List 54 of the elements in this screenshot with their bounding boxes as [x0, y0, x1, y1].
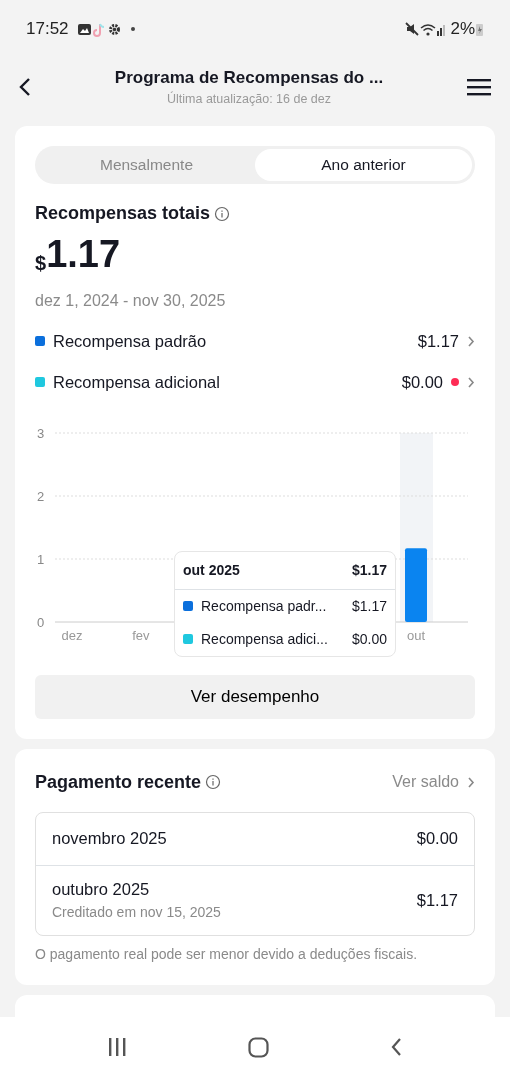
battery-level: 2%: [450, 18, 475, 41]
dot-icon: [129, 26, 136, 32]
section-title: Recompensas totais: [35, 202, 211, 225]
chevron-icon: [467, 375, 475, 389]
currency-symbol: $: [35, 253, 47, 273]
recent-apps-icon[interactable]: [108, 1037, 128, 1057]
period-tab[interactable]: Ano anterior: [255, 149, 472, 181]
tooltip-title: out 2025: [183, 560, 240, 580]
info-icon[interactable]: [214, 205, 231, 222]
axis-label: 0: [37, 614, 45, 630]
axis-label: out: [406, 627, 426, 643]
total-amount: 1.17: [46, 235, 121, 273]
reward-row[interactable]: Recompensa adicional $0.00: [35, 369, 475, 395]
reward-row[interactable]: Recompensa padrão $1.17: [35, 329, 475, 354]
menu-icon[interactable]: [466, 76, 492, 98]
reward-value: $1.17: [417, 331, 459, 352]
gallery-icon: [76, 21, 92, 37]
tooltip-label: Recompensa adici...: [201, 629, 329, 649]
battery-icon: [475, 21, 484, 37]
chevron-icon: [467, 334, 475, 348]
axis-label: 3: [37, 425, 45, 441]
back-icon[interactable]: [18, 76, 32, 98]
page-title: Programa de Recompensas do ...: [114, 66, 384, 89]
payment-amount: $0.00: [416, 828, 458, 850]
payment-month: outubro 2025: [52, 879, 151, 901]
chevron-icon: [467, 775, 475, 789]
reward-label: Recompensa padrão: [53, 331, 208, 352]
signal-icon: [420, 21, 447, 37]
tooltip-value: $1.17: [351, 596, 387, 616]
reward-label: Recompensa adicional: [53, 371, 221, 393]
info-icon[interactable]: [205, 774, 222, 790]
last-updated-text: Última atualização: 16 de dez: [167, 90, 331, 109]
payment-month: novembro 2025: [52, 828, 168, 850]
tooltip-value: $0.00: [351, 629, 387, 649]
axis-label: 1: [37, 551, 45, 567]
tooltip-total: $1.17: [351, 560, 387, 580]
performance-button[interactable]: Ver desempenho: [35, 674, 475, 719]
settings-icon: [106, 21, 122, 37]
mute-icon: [404, 21, 421, 37]
status-time: 17:52: [26, 18, 69, 41]
tooltip-label: Recompensa padr...: [201, 596, 328, 616]
home-icon[interactable]: [248, 1036, 269, 1058]
reward-value: $0.00: [401, 371, 443, 393]
date-range: dez 1, 2024 - nov 30, 2025: [35, 291, 227, 311]
payment-amount: $1.17: [416, 889, 458, 911]
section-title: Pagamento recente: [35, 770, 202, 794]
balance-link[interactable]: Ver saldo: [392, 770, 459, 794]
payment-note: Creditado em nov 15, 2025: [52, 902, 222, 922]
axis-label: dez: [61, 627, 83, 643]
footnote-text: O pagamento real pode ser menor devido a deduções fiscais.: [35, 944, 419, 964]
axis-label: fev: [132, 627, 150, 643]
back-icon[interactable]: [389, 1037, 402, 1057]
music-note-icon: [91, 21, 107, 37]
axis-label: 2: [37, 488, 45, 504]
